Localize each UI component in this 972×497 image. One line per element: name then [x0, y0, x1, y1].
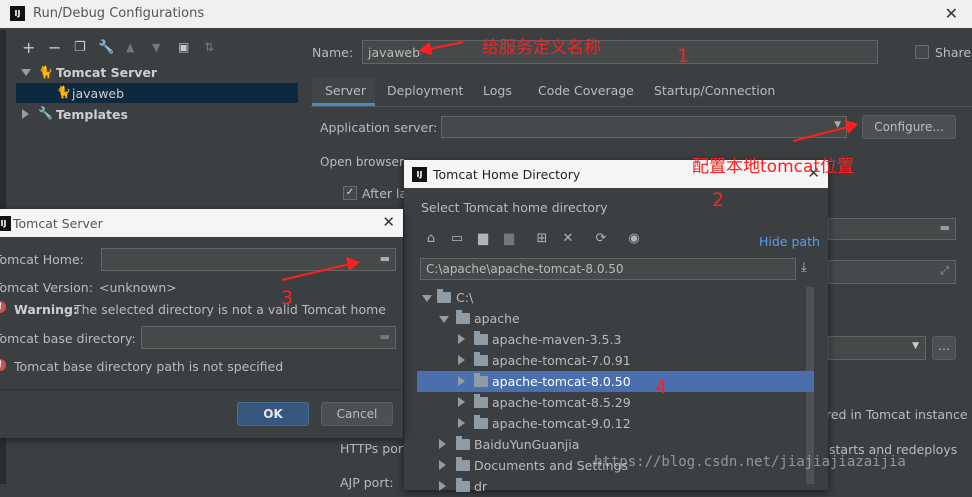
watermark: https://blog.csdn.net/jiajiajiazaijia — [594, 454, 906, 470]
annotation-number-3: 3 — [281, 287, 294, 309]
annotation-define-name: 给服务定义名称 — [482, 38, 601, 58]
annotation-number-4: 4 — [655, 376, 668, 398]
annotation-configure-tomcat: 配置本地tomcat位置 — [692, 157, 855, 177]
annotation-arrow — [281, 41, 858, 281]
annotation-number-1: 1 — [677, 45, 690, 67]
annotation-number-2: 2 — [712, 189, 725, 211]
